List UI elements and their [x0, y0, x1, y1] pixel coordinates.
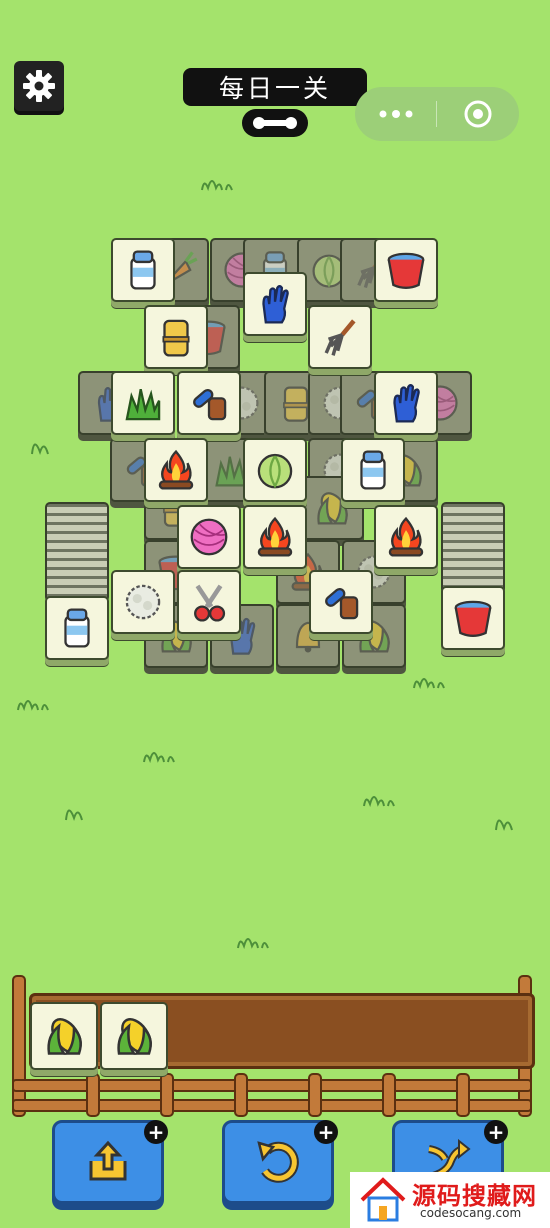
tile-shears[interactable] [177, 570, 241, 634]
move-out-icon [89, 1140, 127, 1181]
milk-icon [350, 447, 396, 493]
tile-bucket[interactable] [374, 238, 438, 302]
tile-cabbage[interactable] [243, 438, 307, 502]
milk-icon [120, 247, 166, 293]
tile-brush[interactable] [309, 570, 373, 634]
miniprogram-capsule [355, 87, 519, 141]
tile-brush[interactable] [177, 371, 241, 435]
tile-milk[interactable] [111, 238, 175, 302]
left-tile-stack [45, 502, 109, 602]
tile-tray [12, 975, 540, 1117]
link-icon [253, 117, 297, 129]
more-button[interactable] [355, 87, 436, 141]
watermark: 源码搜藏网 codesocang.com [350, 1172, 550, 1228]
campfire-icon [153, 447, 199, 493]
tile-milk[interactable] [341, 438, 405, 502]
house-logo-icon [360, 1177, 406, 1222]
tile-milk[interactable] [45, 596, 109, 660]
campfire-icon [383, 514, 429, 560]
milk-icon [54, 605, 100, 651]
grass-icon [120, 380, 166, 426]
yarn-icon [186, 514, 232, 560]
close-button[interactable] [437, 87, 518, 141]
glove-icon [252, 281, 298, 327]
cabbage-icon [252, 447, 298, 493]
tray-slot-tile [30, 1002, 98, 1070]
grass-tuft-icon [201, 180, 233, 192]
grass-tuft-icon [495, 819, 513, 831]
tile-yarn[interactable] [177, 505, 241, 569]
target-icon [464, 100, 491, 128]
undo-icon [257, 1141, 299, 1183]
tile-grass[interactable] [111, 371, 175, 435]
tile-fire[interactable] [144, 438, 208, 502]
tile-fork[interactable] [308, 305, 372, 369]
tile-wheat[interactable] [144, 305, 208, 369]
gear-icon [23, 70, 55, 102]
plus-icon[interactable]: + [484, 1120, 508, 1144]
corn-icon [109, 1011, 159, 1061]
bucket-icon [383, 247, 429, 293]
corn-icon [39, 1011, 89, 1061]
more-dots-icon [379, 110, 412, 118]
pitchfork-icon [317, 314, 363, 360]
tile-fire[interactable] [243, 505, 307, 569]
tile-glove[interactable] [243, 272, 307, 336]
plus-icon[interactable]: + [314, 1120, 338, 1144]
move-out-tool[interactable]: + [52, 1120, 168, 1204]
glove-icon [383, 380, 429, 426]
level-title: 每日一关 [183, 68, 367, 106]
tile-glove[interactable] [374, 371, 438, 435]
grass-tuft-icon [143, 752, 175, 764]
shears-icon [186, 579, 232, 625]
grass-tuft-icon [31, 443, 49, 455]
tile-wool[interactable] [111, 570, 175, 634]
grass-tuft-icon [237, 938, 269, 950]
wheat-icon [153, 314, 199, 360]
wool-icon [120, 579, 166, 625]
tile-bucket[interactable] [441, 586, 505, 650]
grass-tuft-icon [65, 809, 83, 821]
settings-button[interactable] [14, 61, 64, 111]
tray-slot-tile [100, 1002, 168, 1070]
grass-tuft-icon [17, 700, 49, 712]
title-toggle[interactable] [242, 109, 308, 137]
grass-tuft-icon [363, 796, 395, 808]
brush-icon [186, 380, 232, 426]
bucket-icon [450, 595, 496, 641]
grass-tuft-icon [413, 678, 445, 690]
campfire-icon [252, 514, 298, 560]
brush-icon [318, 579, 364, 625]
right-tile-stack [441, 502, 505, 594]
tile-fire[interactable] [374, 505, 438, 569]
plus-icon[interactable]: + [144, 1120, 168, 1144]
undo-tool[interactable]: + [222, 1120, 338, 1204]
watermark-subtext: codesocang.com [420, 1206, 522, 1220]
